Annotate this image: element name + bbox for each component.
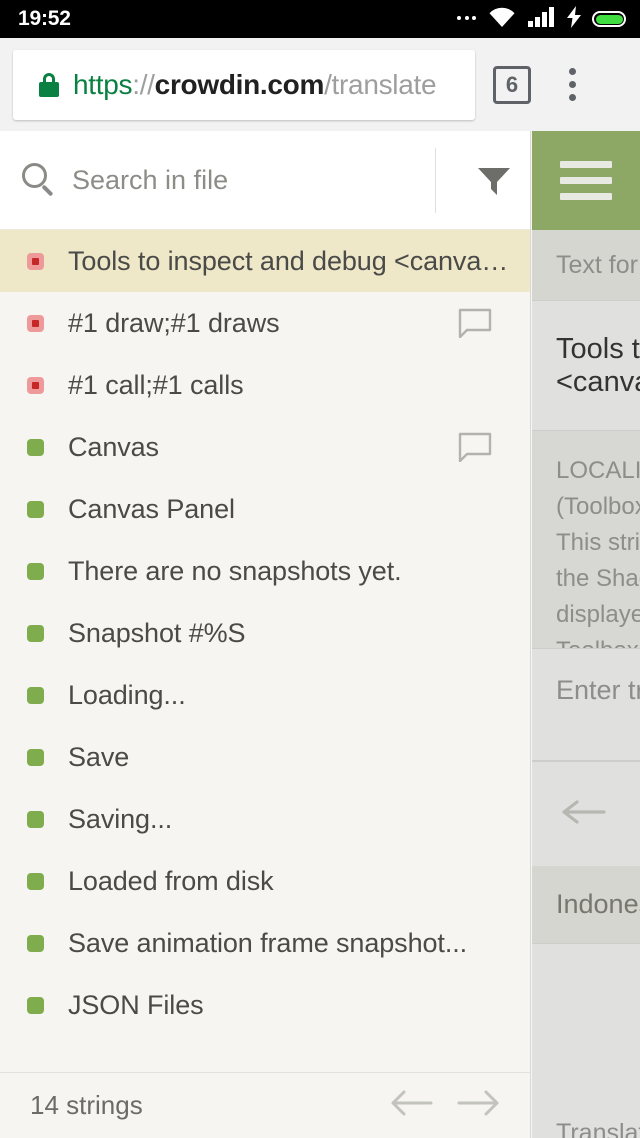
string-label: JSON Files [68, 989, 204, 1020]
status-translated-icon [27, 686, 44, 704]
browser-toolbar: https://crowdin.com/translate 6 [0, 38, 640, 131]
charging-bolt-icon [567, 5, 581, 33]
status-translated-icon [27, 562, 44, 580]
string-list-item[interactable]: #1 call;#1 calls [0, 354, 530, 416]
url-bar[interactable]: https://crowdin.com/translate [13, 49, 475, 120]
string-label: Loading... [68, 679, 186, 710]
url-path: /translate [324, 68, 437, 100]
string-label: Save animation frame snapshot... [68, 927, 468, 958]
tab-count-label: 6 [505, 71, 519, 97]
status-bar: 19:52 [0, 0, 640, 38]
string-list-item[interactable]: Loaded from disk [0, 850, 530, 912]
editor-blank-area [532, 944, 640, 1098]
string-list-item[interactable]: Save animation frame snapshot... [0, 912, 530, 974]
string-list-item[interactable]: There are no snapshots yet. [0, 540, 530, 602]
string-count-label: 14 strings [30, 1090, 143, 1120]
status-translated-icon [27, 810, 44, 828]
status-translated-icon [27, 996, 44, 1014]
comment-bubble-icon[interactable] [458, 308, 492, 338]
tab-counter-button[interactable]: 6 [493, 65, 531, 104]
arrow-right-icon[interactable] [456, 1086, 500, 1126]
lock-icon [39, 72, 59, 97]
overflow-menu-icon[interactable] [557, 68, 587, 101]
status-untranslated-icon [27, 376, 44, 394]
status-translated-icon [27, 624, 44, 642]
string-label: #1 draw;#1 draws [68, 307, 280, 338]
search-divider [435, 147, 436, 213]
string-list-item[interactable]: Snapshot #%S [0, 602, 530, 664]
filter-funnel-icon[interactable] [458, 161, 530, 199]
pagination-controls [390, 1086, 500, 1126]
editor-topbar [532, 131, 640, 230]
source-label: Text for translation [532, 230, 640, 301]
translation-input[interactable]: Enter translation here [532, 649, 640, 761]
string-list-item[interactable]: #1 draw;#1 draws [0, 292, 530, 354]
status-translated-icon [27, 872, 44, 890]
status-translated-icon [27, 748, 44, 766]
status-translated-icon [27, 500, 44, 518]
target-language[interactable]: Indonesian [532, 866, 640, 944]
string-label: Tools to inspect and debug <canvas> co..… [68, 245, 512, 276]
string-label: There are no snapshots yet. [68, 555, 402, 586]
string-label: Canvas Panel [68, 493, 235, 524]
wifi-icon [487, 6, 517, 33]
editor-toolbar [532, 761, 640, 866]
string-label: Save [68, 741, 130, 772]
more-dots-icon [457, 16, 476, 22]
editor-bottom-label: Translations [532, 1098, 640, 1138]
status-clock: 19:52 [18, 7, 71, 30]
context-note: LOCALIZATION NOTE (Toolbox.canvasDebugge… [532, 431, 640, 649]
string-list-item[interactable]: Canvas [0, 416, 530, 478]
url-scheme: https [73, 68, 133, 100]
arrow-left-icon[interactable] [390, 1086, 434, 1126]
strings-pane: Tools to inspect and debug <canvas> co..… [0, 131, 531, 1138]
signal-icon [528, 6, 556, 32]
status-translated-icon [27, 438, 44, 456]
string-list-item[interactable]: Saving... [0, 788, 530, 850]
string-list-item[interactable]: Canvas Panel [0, 478, 530, 540]
status-bar-icons [457, 5, 626, 33]
crowdin-app: Text for translation Tools to inspect an… [0, 131, 640, 1138]
string-label: Saving... [68, 803, 173, 834]
string-list[interactable]: Tools to inspect and debug <canvas> co..… [0, 230, 530, 1072]
string-label: Snapshot #%S [68, 617, 246, 648]
string-label: Loaded from disk [68, 865, 274, 896]
status-translated-icon [27, 934, 44, 952]
search-input[interactable] [72, 164, 435, 196]
search-bar [0, 131, 530, 230]
string-list-item[interactable]: Save [0, 726, 530, 788]
string-list-item[interactable]: Loading... [0, 664, 530, 726]
url-host: crowdin.com [154, 68, 325, 100]
search-icon [22, 163, 56, 197]
status-untranslated-icon [27, 314, 44, 332]
url-separator: :// [132, 68, 155, 100]
string-label: Canvas [68, 431, 159, 462]
list-footer: 14 strings [0, 1072, 530, 1138]
string-list-item[interactable]: Tools to inspect and debug <canvas> co..… [0, 230, 530, 292]
string-label: #1 call;#1 calls [68, 369, 244, 400]
editor-pane: Text for translation Tools to inspect an… [532, 131, 640, 1138]
source-text: Tools to inspect and debug <canvas> co [532, 301, 640, 431]
comment-bubble-icon[interactable] [458, 432, 492, 462]
status-untranslated-icon [27, 252, 44, 270]
phone-screen: 19:52 https://crowdin.com/translate 6 Te… [0, 0, 640, 1138]
hamburger-menu-icon[interactable] [560, 161, 612, 200]
url-text: https://crowdin.com/translate [73, 68, 437, 101]
string-list-item[interactable]: JSON Files [0, 974, 530, 1036]
back-arrow-icon[interactable] [560, 796, 606, 833]
battery-icon [592, 11, 626, 27]
